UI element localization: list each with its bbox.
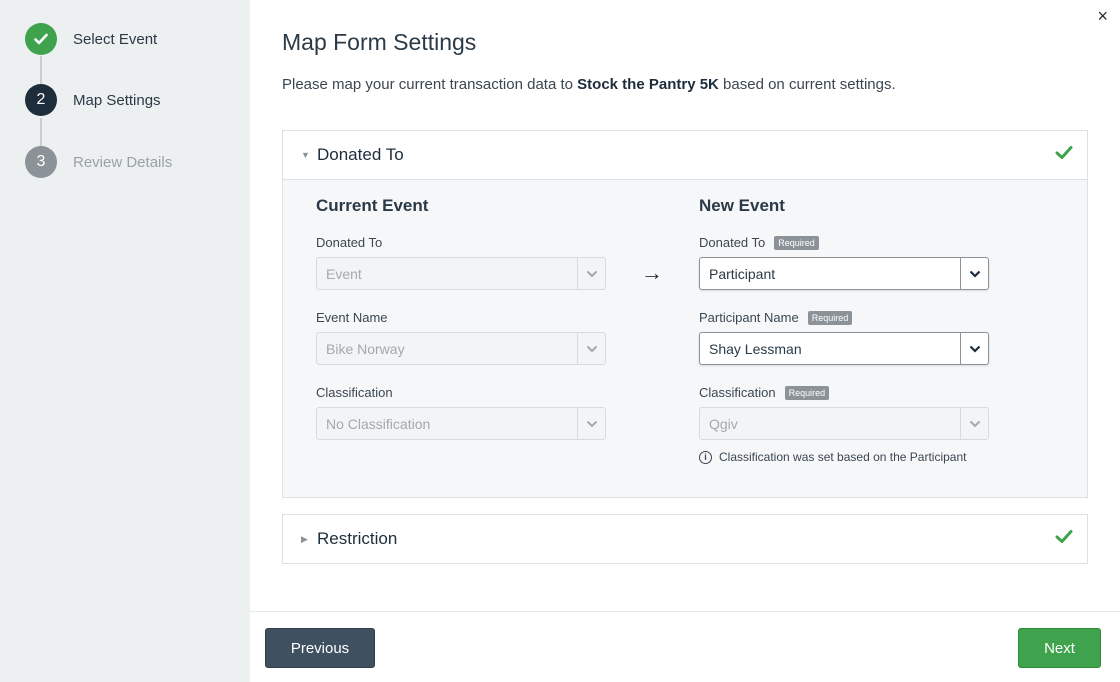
step-number: 3 — [25, 146, 57, 178]
current-event-heading: Current Event — [316, 196, 429, 215]
new-classification-label: Classification Required — [699, 385, 830, 400]
select-value: Participant — [709, 265, 776, 282]
step-connector — [40, 118, 42, 146]
step-label: Review Details — [73, 153, 173, 171]
subtitle-suffix: based on current settings. — [718, 76, 896, 93]
arrow-right-icon: → — [641, 260, 663, 285]
field-label: Donated To — [316, 235, 383, 250]
donated-to-panel-body: Current Event New Event Donated To Event… — [283, 179, 1087, 497]
required-badge: Required — [784, 385, 830, 400]
chevron-down-icon — [577, 258, 605, 289]
select-value: Qgiv — [709, 415, 738, 432]
caret-down-icon: ▼ — [301, 150, 310, 160]
next-button[interactable]: Next — [1018, 628, 1101, 668]
donated-to-panel: ▼ Donated To Current Event New Event Don… — [282, 130, 1088, 498]
stepper-sidebar: Select Event 2 Map Settings 3 Review Det… — [0, 0, 250, 682]
donated-to-panel-header[interactable]: ▼ Donated To — [283, 131, 1087, 179]
new-donated-to-label: Donated To Required — [699, 235, 819, 250]
panel-title: Restriction — [317, 529, 398, 548]
check-icon — [1055, 146, 1073, 159]
select-value: Bike Norway — [326, 340, 405, 357]
page-title: Map Form Settings — [282, 29, 477, 55]
step-review-details: 3 Review Details — [25, 146, 172, 178]
chevron-down-icon — [960, 408, 988, 439]
classification-info: i Classification was set based on the Pa… — [699, 450, 966, 464]
current-donated-to-select: Event — [316, 257, 606, 290]
info-text: Classification was set based on the Part… — [719, 450, 967, 464]
required-badge: Required — [807, 310, 853, 325]
current-classification-select: No Classification — [316, 407, 606, 440]
chevron-down-icon — [960, 333, 988, 364]
chevron-down-icon — [960, 258, 988, 289]
step-connector — [40, 56, 42, 84]
required-badge: Required — [774, 235, 819, 250]
step-select-event[interactable]: Select Event — [25, 23, 157, 55]
restriction-panel-header[interactable]: ▶ Restriction — [283, 515, 1087, 563]
event-name: Stock the Pantry 5K — [577, 76, 719, 93]
close-icon[interactable]: × — [1097, 6, 1108, 26]
subtitle-prefix: Please map your current transaction data… — [282, 76, 578, 93]
field-label: Participant Name — [699, 310, 799, 325]
new-participant-name-select[interactable]: Shay Lessman — [699, 332, 989, 365]
field-label: Classification — [699, 385, 776, 400]
check-icon — [25, 23, 57, 55]
page-subtitle: Please map your current transaction data… — [282, 76, 896, 93]
restriction-panel: ▶ Restriction — [282, 514, 1088, 564]
field-label: Classification — [316, 385, 393, 400]
chevron-down-icon — [577, 408, 605, 439]
step-label: Map Settings — [73, 91, 161, 109]
new-classification-select: Qgiv — [699, 407, 989, 440]
new-event-heading: New Event — [699, 196, 785, 215]
new-participant-name-label: Participant Name Required — [699, 310, 853, 325]
step-number: 2 — [25, 84, 57, 116]
field-label: Event Name — [316, 310, 388, 325]
caret-right-icon: ▶ — [301, 533, 308, 544]
step-map-settings[interactable]: 2 Map Settings — [25, 84, 161, 116]
field-label: Donated To — [699, 235, 766, 250]
new-donated-to-select[interactable]: Participant — [699, 257, 989, 290]
current-classification-label: Classification — [316, 385, 393, 400]
current-event-name-label: Event Name — [316, 310, 388, 325]
step-label: Select Event — [73, 30, 158, 48]
panel-title: Donated To — [317, 145, 404, 164]
select-value: Shay Lessman — [709, 340, 802, 357]
footer: Previous Next — [250, 611, 1120, 682]
select-value: No Classification — [326, 415, 431, 432]
current-donated-to-label: Donated To — [316, 235, 382, 250]
chevron-down-icon — [577, 333, 605, 364]
previous-button[interactable]: Previous — [265, 628, 375, 668]
info-icon: i — [699, 450, 712, 464]
select-value: Event — [326, 265, 362, 282]
check-icon — [1055, 530, 1073, 543]
current-event-name-select: Bike Norway — [316, 332, 606, 365]
